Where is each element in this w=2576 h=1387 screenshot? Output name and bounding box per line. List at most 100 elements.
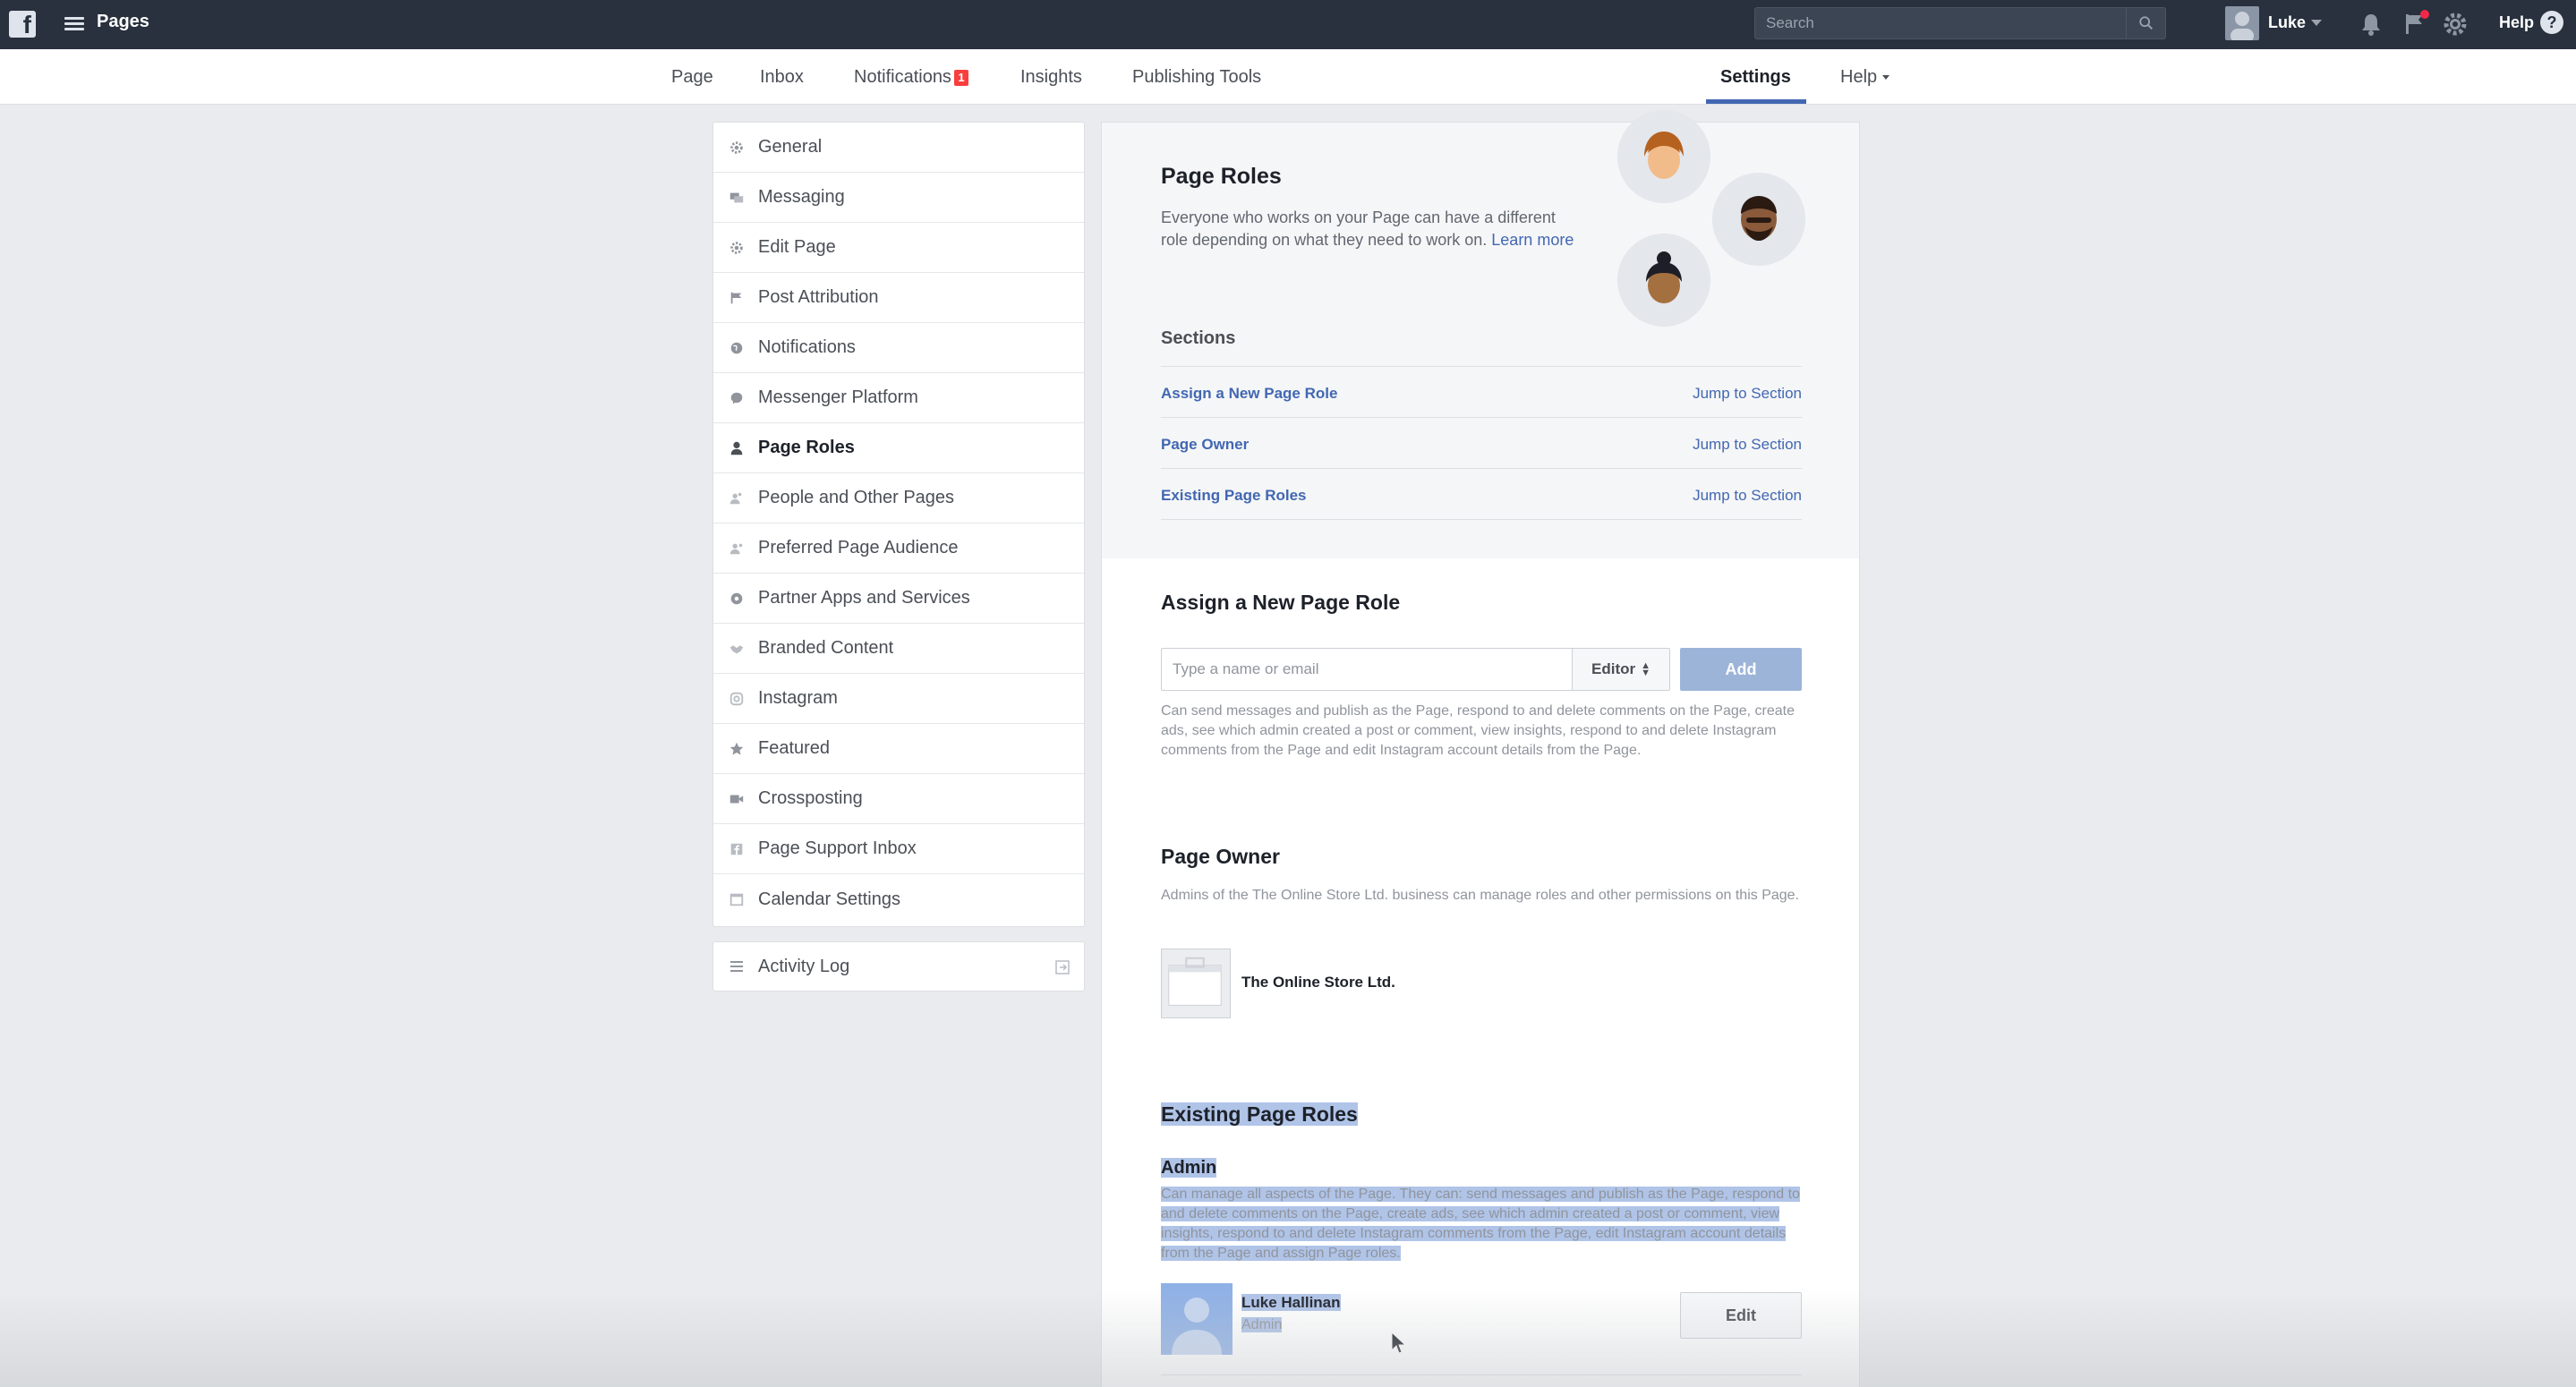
menu-icon[interactable] [64, 14, 84, 34]
flag-icon[interactable] [2399, 9, 2429, 39]
gear-icon [728, 139, 746, 157]
sidebar-item-people-and-other-pages[interactable]: People and Other Pages [713, 473, 1084, 523]
add-role-button[interactable]: Add [1680, 648, 1802, 691]
user-avatar[interactable] [2225, 6, 2259, 40]
sidebar-item-notifications[interactable]: Notifications [713, 323, 1084, 373]
avatar-illustration-woman-2 [1617, 234, 1710, 327]
sidebar-item-page-support-inbox[interactable]: Page Support Inbox [713, 824, 1084, 874]
divider [1161, 1374, 1802, 1375]
sidebar-item-crossposting[interactable]: Crossposting [713, 774, 1084, 824]
sidebar-item-preferred-page-audience[interactable]: Preferred Page Audience [713, 523, 1084, 574]
existing-roles-title: Existing Page Roles [1161, 1102, 1358, 1127]
tab-notifications-label: Notifications [854, 67, 951, 87]
sections-title: Sections [1161, 328, 1236, 348]
search-input[interactable] [1755, 8, 2122, 38]
sidebar-item-label: Post Attribution [758, 287, 879, 307]
page-roles-content: Assign a New Page Role Editor ▲▼ Add Can… [1101, 558, 1860, 1387]
video-icon [728, 790, 746, 808]
admin-avatar[interactable] [1161, 1283, 1233, 1355]
name-or-email-input[interactable] [1162, 649, 1572, 690]
gear-icon [728, 239, 746, 257]
divider [1161, 519, 1802, 520]
people-icon [728, 489, 746, 507]
notifications-badge: 1 [953, 69, 968, 86]
editor-role-description: Can send messages and publish as the Pag… [1161, 703, 1796, 758]
admin-role-title: Admin [1161, 1158, 1217, 1179]
sidebar-item-label: Partner Apps and Services [758, 588, 970, 608]
app-title[interactable]: Pages [97, 12, 149, 32]
tab-page[interactable]: Page [671, 67, 713, 88]
business-thumbnail[interactable] [1161, 949, 1231, 1018]
sidebar-item-page-roles[interactable]: Page Roles [713, 423, 1084, 473]
page-nav: Page Inbox Notifications 1 Insights Publi… [0, 49, 2576, 105]
sidebar-item-general[interactable]: General [713, 123, 1084, 173]
tab-help[interactable]: Help [1840, 67, 1890, 88]
search-button[interactable] [2126, 8, 2165, 38]
sidebar-item-label: Page Support Inbox [758, 838, 917, 858]
sidebar-item-label: People and Other Pages [758, 488, 955, 507]
top-bar: f Pages Luke Help ? [0, 0, 2576, 49]
user-name[interactable]: Luke [2268, 13, 2306, 32]
open-external-icon [1053, 958, 1071, 976]
sidebar-item-partner-apps-and-services[interactable]: Partner Apps and Services [713, 574, 1084, 624]
admin-person-name[interactable]: Luke Hallinan [1241, 1294, 1341, 1312]
role-select[interactable]: Editor ▲ ▼ [1572, 648, 1670, 691]
gear-icon[interactable] [2440, 9, 2470, 39]
sidebar-item-calendar-settings[interactable]: Calendar Settings [713, 874, 1084, 924]
edit-admin-button[interactable]: Edit [1680, 1292, 1802, 1339]
messenger-icon [728, 389, 746, 407]
chevron-down-icon[interactable] [2311, 20, 2322, 26]
page-roles-header-card: Page Roles Everyone who works on your Pa… [1101, 110, 1860, 558]
sidebar-item-label: Preferred Page Audience [758, 538, 959, 557]
tab-publishing-tools[interactable]: Publishing Tools [1132, 67, 1261, 88]
jump-to-section-link[interactable]: Jump to Section [1693, 487, 1802, 505]
learn-more-link[interactable]: Learn more [1491, 231, 1574, 249]
jump-to-section-link[interactable]: Jump to Section [1693, 385, 1802, 403]
sidebar-item-label: Page Roles [758, 438, 855, 457]
admin-role-description: Can manage all aspects of the Page. They… [1161, 1185, 1805, 1264]
messages-icon [728, 189, 746, 207]
section-link-assign[interactable]: Assign a New Page Role [1161, 385, 1337, 403]
facebook-logo-icon[interactable]: f [9, 11, 36, 38]
sidebar-item-messenger-platform[interactable]: Messenger Platform [713, 373, 1084, 423]
tab-settings[interactable]: Settings [1720, 67, 1791, 88]
sidebar-item-label: General [758, 137, 823, 157]
avatar-illustration-woman [1617, 110, 1710, 203]
sidebar-item-post-attribution[interactable]: Post Attribution [713, 273, 1084, 323]
section-link-existing-roles[interactable]: Existing Page Roles [1161, 487, 1307, 505]
page-roles-description: Everyone who works on your Page can have… [1161, 207, 1582, 251]
admin-person-role: Admin [1241, 1317, 1283, 1333]
instagram-icon [728, 690, 746, 708]
notifications-bell-icon[interactable] [2356, 9, 2386, 39]
business-name[interactable]: The Online Store Ltd. [1241, 974, 1395, 991]
assign-role-input-wrap [1161, 648, 1573, 691]
globe-icon [728, 339, 746, 357]
person-icon [728, 439, 746, 457]
avatar-illustration-man [1712, 173, 1805, 266]
sidebar-item-messaging[interactable]: Messaging [713, 173, 1084, 223]
sidebar-item-label: Notifications [758, 337, 856, 357]
sidebar-item-activity-log[interactable]: Activity Log [712, 941, 1085, 991]
section-row: Page Owner Jump to Section [1161, 417, 1802, 468]
tab-insights[interactable]: Insights [1020, 67, 1082, 88]
sidebar-item-label: Instagram [758, 688, 838, 708]
existing-roles-title-text: Existing Page Roles [1161, 1102, 1358, 1126]
audience-icon [728, 540, 746, 557]
role-select-value: Editor [1591, 660, 1636, 677]
updown-arrows-icon: ▲ ▼ [1641, 660, 1651, 678]
sidebar-item-edit-page[interactable]: Edit Page [713, 223, 1084, 273]
section-row: Assign a New Page Role Jump to Section [1161, 366, 1802, 417]
flag-icon [728, 289, 746, 307]
tab-notifications[interactable]: Notifications 1 [854, 67, 968, 88]
admin-role-title-text: Admin [1161, 1158, 1217, 1178]
sidebar-item-featured[interactable]: Featured [713, 724, 1084, 774]
sidebar-item-branded-content[interactable]: Branded Content [713, 624, 1084, 674]
sidebar-item-instagram[interactable]: Instagram [713, 674, 1084, 724]
facebook-icon [728, 840, 746, 858]
tab-inbox[interactable]: Inbox [760, 67, 804, 88]
jump-to-section-link[interactable]: Jump to Section [1693, 436, 1802, 454]
section-link-page-owner[interactable]: Page Owner [1161, 436, 1249, 454]
help-link[interactable]: Help [2499, 13, 2534, 32]
help-icon[interactable]: ? [2540, 11, 2563, 34]
list-icon [728, 957, 746, 975]
